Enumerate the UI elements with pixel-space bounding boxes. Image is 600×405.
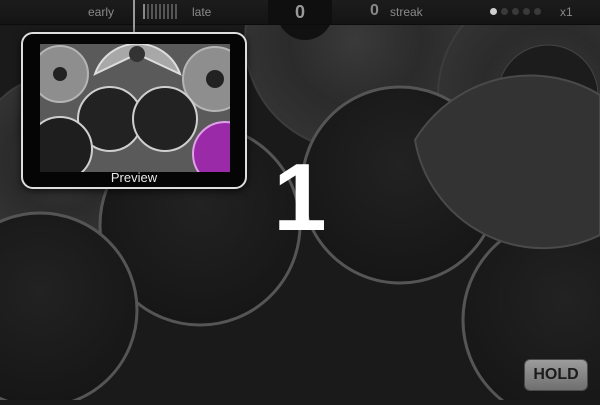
score-display: 0: [268, 0, 332, 24]
top-hud: early late 0 0 streak x1: [0, 0, 600, 25]
late-label: late: [192, 5, 212, 19]
preview-kit-svg: [40, 44, 230, 172]
timing-meter: [143, 4, 177, 19]
multiplier-dot: [490, 8, 497, 15]
multiplier-dot: [512, 8, 519, 15]
preview-drum-pad-icon: [132, 86, 198, 152]
preview-panel[interactable]: Preview: [21, 32, 247, 189]
countdown-number: 1: [273, 144, 327, 251]
streak-label: streak: [390, 5, 423, 19]
early-label: early: [88, 5, 115, 19]
preview-connector-line: [133, 0, 135, 34]
multiplier-dot: [523, 8, 530, 15]
preview-label: Preview: [110, 170, 158, 185]
multiplier-dot: [501, 8, 508, 15]
streak-count: 0: [370, 2, 379, 19]
multiplier-dots: [490, 8, 541, 15]
multiplier-label: x1: [560, 5, 573, 19]
multiplier-dot: [534, 8, 541, 15]
drum-kit-stage: early late 0 0 streak x1 Preview 1 HOLD: [0, 0, 600, 405]
hold-button[interactable]: HOLD: [524, 359, 588, 391]
